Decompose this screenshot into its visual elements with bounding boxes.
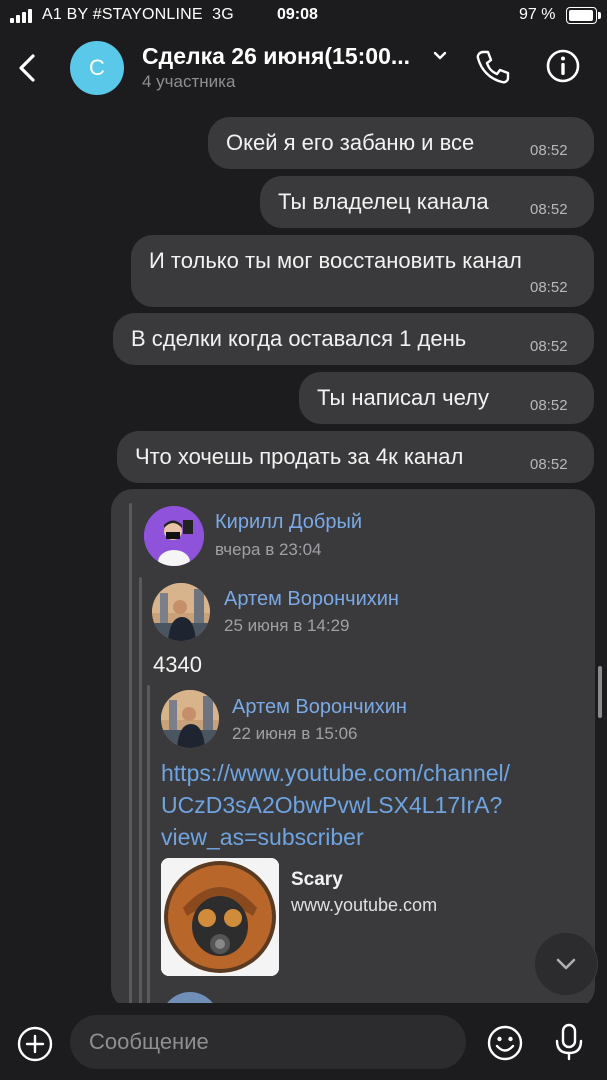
person-avatar-icon: [161, 690, 219, 748]
message-bubble[interactable]: Окей я его забаню и все 08:52: [208, 117, 594, 169]
message-bubble[interactable]: И только ты мог восстановить канал 08:52: [131, 235, 594, 307]
signal-icon: [10, 9, 36, 23]
message-input-bar: [0, 1003, 607, 1080]
forward-line: [129, 503, 132, 1009]
message-time: 08:52: [530, 397, 568, 414]
microphone-icon[interactable]: [552, 1022, 586, 1062]
chat-title[interactable]: Сделка 26 июня(15:00...: [142, 43, 410, 70]
person-avatar-icon: [144, 506, 204, 566]
sender-name[interactable]: Кирилл Добрый: [215, 511, 362, 534]
status-time: 09:08: [277, 6, 318, 23]
battery-icon: [566, 7, 601, 24]
chevron-down-icon[interactable]: [430, 46, 450, 66]
message-text: Ты владелец канала: [278, 189, 489, 214]
youtube-link[interactable]: view_as=subscriber: [161, 824, 364, 851]
message-time: 08:52: [530, 142, 568, 159]
message-time: 08:52: [530, 201, 568, 218]
battery-percent: 97 %: [519, 6, 556, 23]
avatar[interactable]: [144, 506, 204, 566]
sender-date: 25 июня в 14:29: [224, 616, 350, 635]
message-text: Окей я его забаню и все: [226, 130, 475, 155]
message-text: В сделки когда оставался 1 день: [131, 326, 467, 351]
sender-name[interactable]: Артем Ворончихин: [232, 696, 407, 719]
forward-line: [139, 577, 142, 1009]
link-preview-site: www.youtube.com: [291, 895, 438, 915]
network-type: 3G: [212, 6, 234, 23]
message-bubble[interactable]: Ты написал челу 08:52: [299, 372, 594, 424]
forwarded-message[interactable]: Кирилл Добрый вчера в 23:04 Артем Воронч…: [111, 489, 595, 1009]
forward-line: [147, 685, 150, 1009]
carrier-name: A1 BY #STAYONLINE: [42, 6, 203, 23]
person-avatar-icon: [152, 583, 210, 641]
status-bar: A1 BY #STAYONLINE 3G 09:08 97 %: [0, 0, 607, 32]
back-chevron-icon[interactable]: [12, 50, 44, 86]
youtube-link[interactable]: https://www.youtube.com/channel/: [161, 760, 510, 787]
group-avatar[interactable]: С: [70, 41, 124, 95]
sender-date: вчера в 23:04: [215, 540, 322, 559]
attach-plus-icon[interactable]: [16, 1025, 54, 1063]
scrollbar[interactable]: [598, 666, 602, 718]
scroll-down-button[interactable]: [534, 932, 598, 996]
chat-header: С Сделка 26 июня(15:00... 4 участника: [0, 32, 607, 110]
message-text: Ты написал челу: [317, 385, 489, 410]
sender-date: 22 июня в 15:06: [232, 724, 358, 743]
youtube-link[interactable]: UCzD3sA2ObwPvwLSX4L17IrA?: [161, 792, 502, 819]
emoji-icon[interactable]: [486, 1024, 524, 1062]
carrier-label: A1 BY #STAYONLINE 3G: [42, 6, 234, 24]
sender-name[interactable]: Артем Ворончихин: [224, 588, 399, 611]
participants-count[interactable]: 4 участника: [142, 72, 235, 92]
message-bubble[interactable]: Ты владелец канала 08:52: [260, 176, 594, 228]
phone-icon[interactable]: [473, 48, 511, 86]
message-text: И только ты мог восстановить канал: [149, 248, 522, 273]
message-time: 08:52: [530, 279, 568, 296]
gasmask-icon: [161, 858, 279, 976]
message-time: 08:52: [530, 456, 568, 473]
message-time: 08:52: [530, 338, 568, 355]
chevron-down-icon: [556, 958, 576, 970]
message-text: Что хочешь продать за 4к канал: [135, 444, 464, 469]
message-bubble[interactable]: В сделки когда оставался 1 день 08:52: [113, 313, 594, 365]
avatar[interactable]: [152, 583, 210, 641]
link-preview-image[interactable]: [161, 858, 279, 976]
avatar[interactable]: [161, 690, 219, 748]
message-bubble[interactable]: Что хочешь продать за 4к канал 08:52: [117, 431, 594, 483]
info-icon[interactable]: [545, 48, 581, 84]
link-preview-title[interactable]: Scary: [291, 869, 343, 891]
message-input[interactable]: [70, 1015, 466, 1069]
forwarded-text: 4340: [153, 652, 202, 677]
